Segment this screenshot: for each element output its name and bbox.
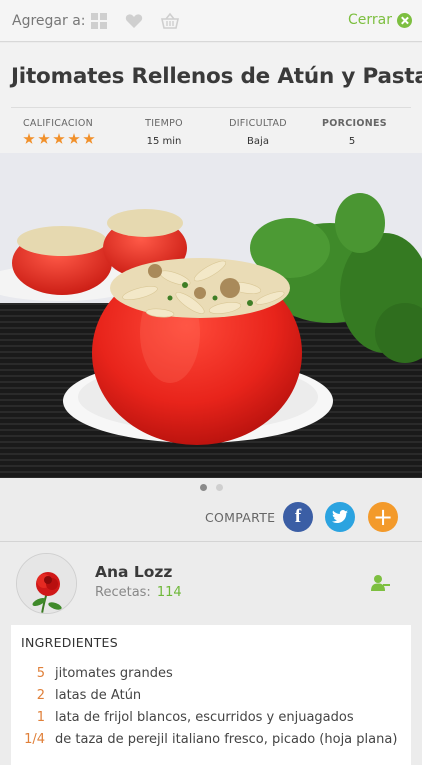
twitter-icon xyxy=(332,510,348,523)
basket-icon[interactable] xyxy=(161,12,179,30)
author-name[interactable]: Ana Lozz xyxy=(95,563,172,581)
close-button[interactable]: Cerrar xyxy=(348,12,412,28)
star-icon xyxy=(68,133,80,144)
ingredient-qty: 5 xyxy=(36,666,45,681)
ingredient-text: lata de frijol blancos, escurridos y enj… xyxy=(55,710,354,725)
ingredient-text: de taza de perejil italiano fresco, pica… xyxy=(55,732,398,747)
rating-label: CALIFICACION xyxy=(23,118,94,129)
difficulty-label: DIFICULTAD xyxy=(229,118,287,129)
list-item: 1/4 de taza de perejil italiano fresco, … xyxy=(11,732,411,754)
recipes-count: 114 xyxy=(156,585,182,600)
ingredient-qty: 2 xyxy=(36,688,45,703)
divider xyxy=(11,107,411,108)
star-icon xyxy=(83,133,95,144)
difficulty-stat: DIFICULTAD Baja xyxy=(228,118,288,147)
servings-label: PORCIONES xyxy=(322,118,387,129)
ingredient-qty: 1/4 xyxy=(24,732,45,747)
share-label: COMPARTE xyxy=(205,510,276,525)
ingredients-title: INGREDIENTES xyxy=(21,635,118,650)
rating-stars xyxy=(23,133,95,145)
share-bar: COMPARTE f + xyxy=(0,496,422,542)
recipes-label: Recetas: xyxy=(95,585,151,600)
carousel-dot[interactable] xyxy=(216,484,223,491)
recipe-title: Jitomates Rellenos de Atún y Pasta xyxy=(11,64,422,89)
ingredients-card: INGREDIENTES 5 jitomates grandes 2 latas… xyxy=(11,625,411,765)
time-label: TIEMPO xyxy=(145,118,183,129)
rose-avatar-image xyxy=(17,554,76,613)
plus-icon: + xyxy=(372,503,394,531)
list-item: 5 jitomates grandes xyxy=(11,666,411,688)
star-icon xyxy=(38,133,50,144)
star-icon xyxy=(53,133,65,144)
servings-stat: PORCIONES 5 xyxy=(322,118,387,147)
facebook-icon: f xyxy=(294,506,302,527)
facebook-share-button[interactable]: f xyxy=(283,502,313,532)
carousel-dot-active[interactable] xyxy=(200,484,207,491)
stuffed-tomato-image xyxy=(0,153,422,478)
close-icon xyxy=(397,12,412,28)
ingredient-qty: 1 xyxy=(36,710,45,725)
add-to-label: Agregar a: xyxy=(12,13,86,29)
add-share-button[interactable]: + xyxy=(368,502,398,532)
heart-icon[interactable] xyxy=(125,12,143,30)
list-item: 2 latas de Atún xyxy=(11,688,411,710)
star-icon xyxy=(23,133,35,144)
follow-user-icon[interactable] xyxy=(370,573,390,593)
ingredient-text: jitomates grandes xyxy=(55,666,173,681)
recipe-photo[interactable] xyxy=(0,153,422,478)
recipe-header: Jitomates Rellenos de Atún y Pasta CALIF… xyxy=(0,43,422,153)
time-value: 15 min xyxy=(146,136,182,147)
rating-stat: CALIFICACION xyxy=(23,118,95,145)
time-stat: TIEMPO 15 min xyxy=(140,118,188,147)
servings-value: 5 xyxy=(348,136,356,147)
carousel-indicator[interactable] xyxy=(0,478,422,496)
top-bar: Agregar a: Cerrar xyxy=(0,0,422,42)
list-item: 1 lata de frijol blancos, escurridos y e… xyxy=(11,710,411,732)
author-recipes: Recetas: 114 xyxy=(95,585,182,600)
avatar[interactable] xyxy=(16,553,77,614)
difficulty-value: Baja xyxy=(247,136,269,147)
twitter-share-button[interactable] xyxy=(325,502,355,532)
grid-icon[interactable] xyxy=(90,12,108,30)
close-label: Cerrar xyxy=(348,12,392,28)
author-section: Ana Lozz Recetas: 114 xyxy=(0,543,422,625)
ingredient-text: latas de Atún xyxy=(55,688,142,703)
